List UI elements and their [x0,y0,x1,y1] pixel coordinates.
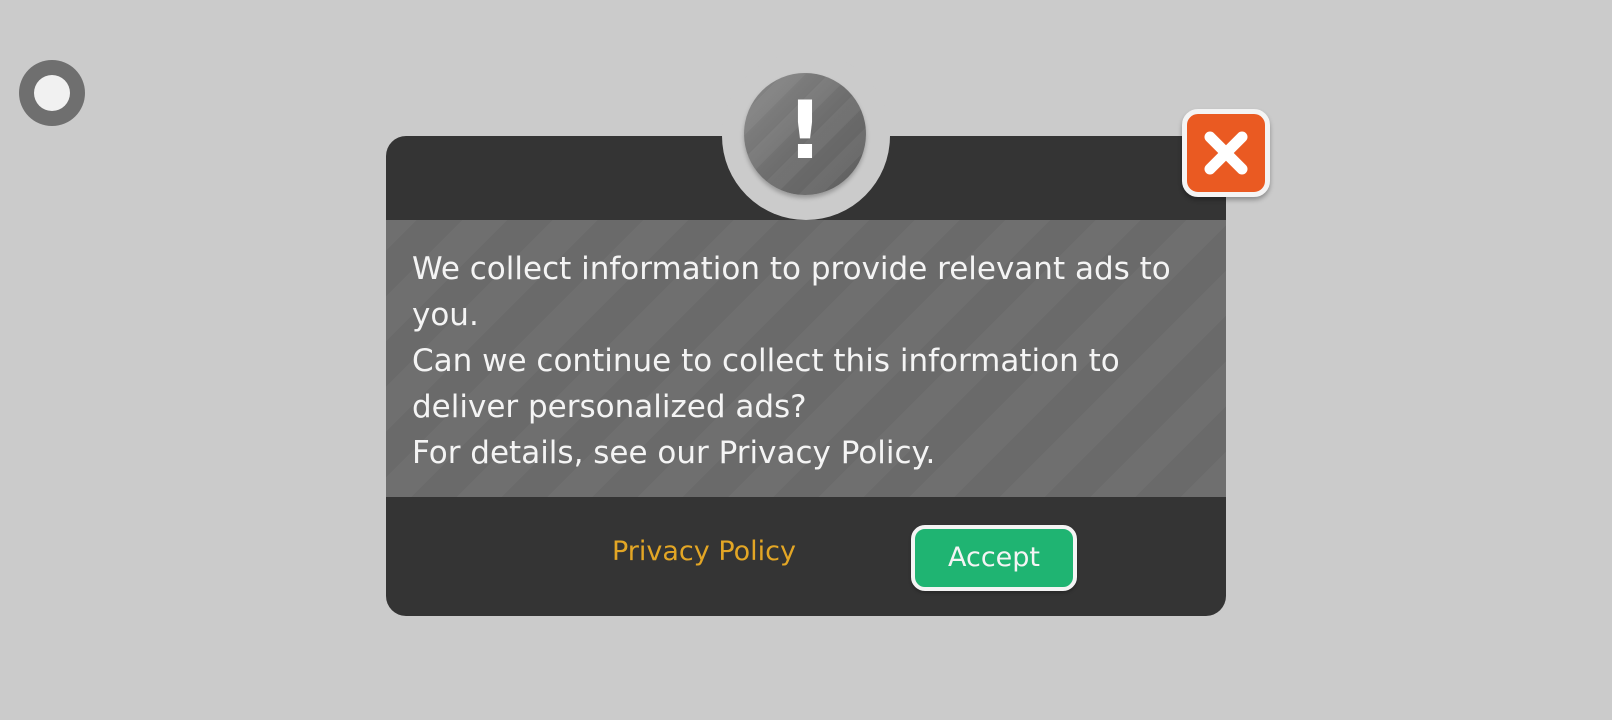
exclamation-icon: ! [744,73,866,195]
privacy-policy-link[interactable]: Privacy Policy [612,534,796,570]
close-x-icon [1204,131,1248,175]
dialog-message-panel: We collect information to provide releva… [386,220,1226,497]
close-button[interactable] [1182,109,1270,197]
message-line-1: We collect information to provide releva… [412,251,1171,333]
corner-radio-button[interactable] [19,60,85,126]
consent-message: We collect information to provide releva… [412,246,1200,476]
exclamation-mark: ! [786,84,824,177]
message-line-3: For details, see our Privacy Policy. [412,435,936,471]
radio-circle-icon [34,75,70,111]
accept-button[interactable]: Accept [911,525,1077,591]
message-line-2: Can we continue to collect this informat… [412,343,1120,425]
